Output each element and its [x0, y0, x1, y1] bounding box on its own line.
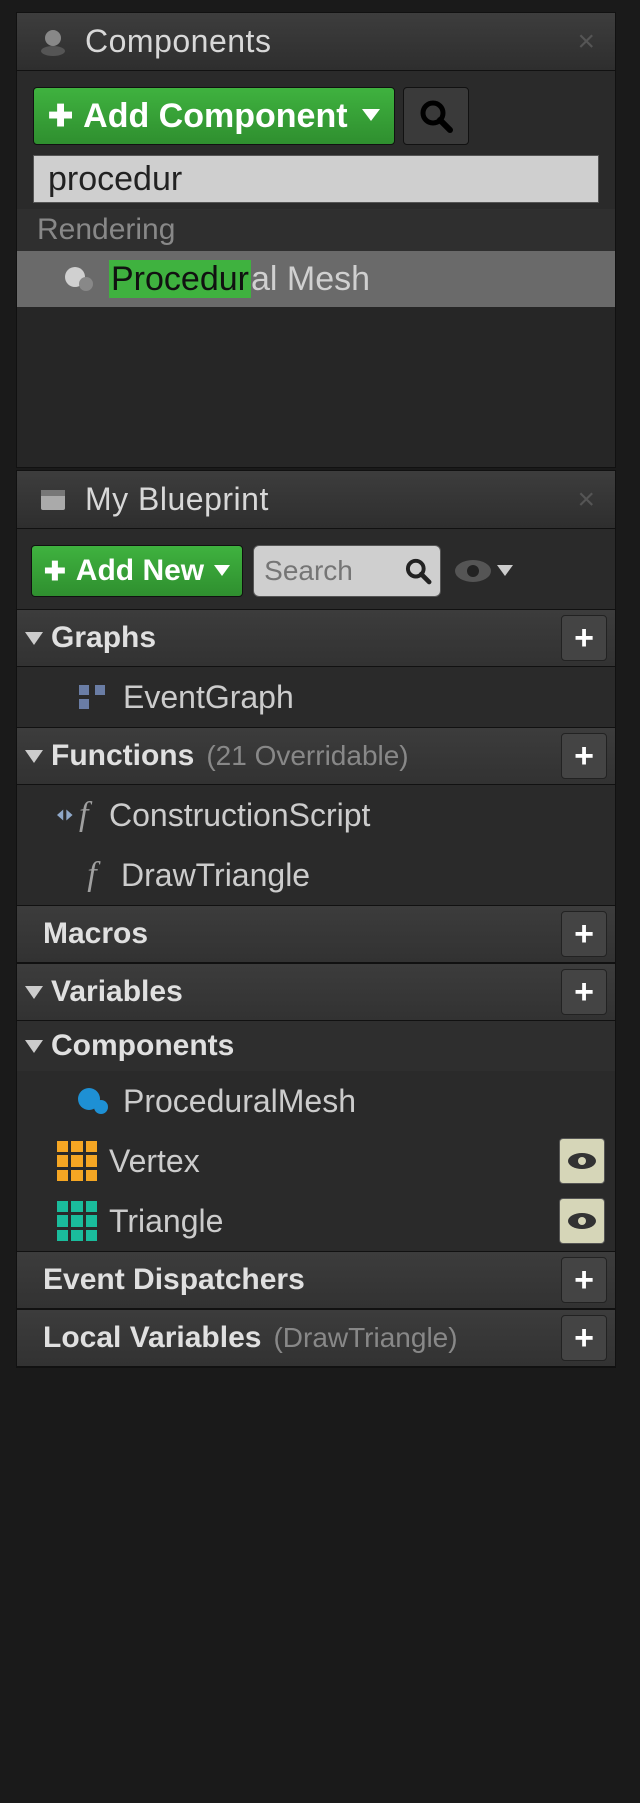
vertex-label: Vertex	[109, 1143, 200, 1180]
blueprint-icon	[35, 482, 71, 518]
item-eventgraph[interactable]: EventGraph	[17, 667, 615, 727]
item-vertex[interactable]: Vertex	[17, 1131, 615, 1191]
section-functions[interactable]: Functions (21 Overridable) +	[17, 727, 615, 785]
section-functions-sub: (21 Overridable)	[206, 740, 408, 772]
proceduralmesh-label: ProceduralMesh	[123, 1083, 356, 1120]
eye-icon	[566, 1151, 598, 1171]
expand-icon	[25, 986, 43, 999]
section-variables-title: Variables	[51, 975, 183, 1009]
components-title: Components	[85, 23, 271, 60]
section-graphs[interactable]: Graphs +	[17, 609, 615, 667]
add-new-label: Add New	[76, 554, 204, 588]
expand-icon	[25, 632, 43, 645]
close-icon[interactable]: ×	[577, 27, 595, 57]
triangle-label: Triangle	[109, 1203, 223, 1240]
add-variable-button[interactable]: +	[561, 969, 607, 1015]
section-variables[interactable]: Variables +	[17, 963, 615, 1021]
chevron-down-icon	[214, 565, 230, 577]
eye-icon	[451, 556, 495, 586]
component-search-row	[17, 155, 615, 209]
section-macros[interactable]: Macros +	[17, 905, 615, 963]
add-event-dispatcher-button[interactable]: +	[561, 1257, 607, 1303]
category-rendering: Rendering	[17, 209, 615, 251]
section-components-vars-title: Components	[51, 1029, 234, 1063]
section-components-vars[interactable]: Components	[17, 1021, 615, 1071]
search-icon	[404, 554, 432, 588]
section-local-title: Local Variables	[43, 1321, 261, 1355]
add-component-button[interactable]: ✚ Add Component	[33, 87, 395, 145]
section-macros-title: Macros	[43, 917, 148, 951]
add-function-button[interactable]: +	[561, 733, 607, 779]
eye-icon	[566, 1211, 598, 1231]
section-event-dispatchers[interactable]: Event Dispatchers +	[17, 1251, 615, 1309]
plus-icon: ✚	[44, 556, 66, 587]
blueprint-title: My Blueprint	[85, 481, 269, 518]
section-event-title: Event Dispatchers	[43, 1263, 305, 1297]
result-rest: al Mesh	[251, 260, 370, 298]
blueprint-search-box[interactable]	[253, 545, 441, 597]
item-drawtriangle[interactable]: f DrawTriangle	[17, 845, 615, 905]
add-new-button[interactable]: ✚ Add New	[31, 545, 243, 597]
components-tab-header[interactable]: Components ×	[17, 13, 615, 71]
add-local-variable-button[interactable]: +	[561, 1315, 607, 1361]
eventgraph-label: EventGraph	[123, 679, 294, 716]
mesh-var-icon	[75, 1083, 111, 1119]
result-label: Procedural Mesh	[109, 260, 370, 299]
result-procedural-mesh[interactable]: Procedural Mesh	[17, 251, 615, 307]
my-blueprint-panel: My Blueprint × ✚ Add New	[16, 470, 616, 1368]
mesh-component-icon	[61, 261, 97, 297]
function-icon: f	[75, 856, 109, 894]
item-constructionscript[interactable]: f ConstructionScript	[17, 785, 615, 845]
blueprint-tab-header[interactable]: My Blueprint ×	[17, 471, 615, 529]
graph-icon	[75, 679, 111, 715]
array-icon	[57, 1141, 97, 1181]
expand-icon	[25, 750, 43, 763]
close-icon[interactable]: ×	[577, 485, 595, 515]
vertex-visibility-toggle[interactable]	[559, 1138, 605, 1184]
array-icon	[57, 1201, 97, 1241]
plus-icon: ✚	[48, 99, 73, 134]
add-component-label: Add Component	[83, 97, 347, 136]
search-toggle-button[interactable]	[403, 87, 469, 145]
visibility-dropdown[interactable]	[451, 556, 513, 586]
component-search-input[interactable]	[33, 155, 599, 203]
components-panel: Components × ✚ Add Component Rendering	[16, 12, 616, 468]
chevron-down-icon	[362, 109, 380, 123]
expand-icon	[25, 1040, 43, 1053]
triangle-visibility-toggle[interactable]	[559, 1198, 605, 1244]
chevron-down-icon	[497, 565, 513, 577]
components-icon	[35, 24, 71, 60]
drawtriangle-label: DrawTriangle	[121, 857, 310, 894]
components-empty-area	[17, 307, 615, 467]
blueprint-toolbar: ✚ Add New	[17, 529, 615, 609]
function-icon: f	[57, 796, 97, 834]
item-triangle[interactable]: Triangle	[17, 1191, 615, 1251]
result-highlight: Procedur	[109, 260, 251, 298]
search-icon	[418, 98, 454, 134]
components-toolbar: ✚ Add Component	[17, 71, 615, 155]
constructionscript-label: ConstructionScript	[109, 797, 370, 834]
section-local-sub: (DrawTriangle)	[273, 1322, 457, 1354]
section-graphs-title: Graphs	[51, 621, 156, 655]
add-graph-button[interactable]: +	[561, 615, 607, 661]
blueprint-search-input[interactable]	[264, 555, 404, 587]
section-local-variables[interactable]: Local Variables (DrawTriangle) +	[17, 1309, 615, 1367]
item-proceduralmesh[interactable]: ProceduralMesh	[17, 1071, 615, 1131]
section-functions-title: Functions	[51, 739, 194, 773]
add-macro-button[interactable]: +	[561, 911, 607, 957]
